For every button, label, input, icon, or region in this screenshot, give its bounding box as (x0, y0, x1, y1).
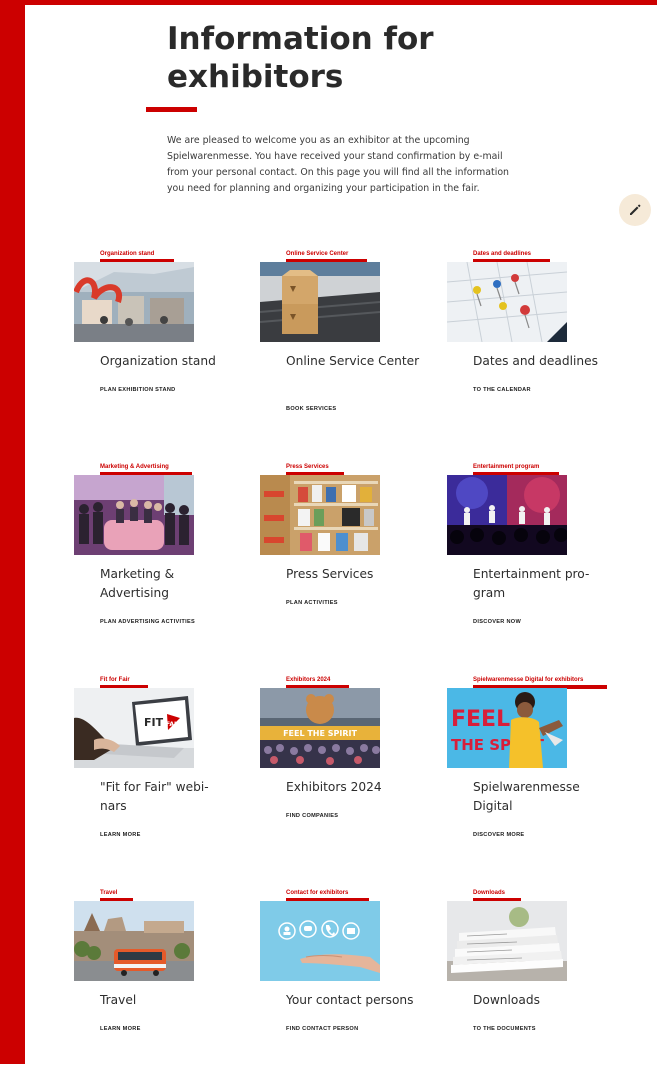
card-image-tram-city[interactable] (74, 901, 194, 981)
card-title: Downloads (473, 993, 540, 1007)
edit-button[interactable] (619, 194, 651, 226)
card-tag[interactable]: Contact for exhibitors (286, 890, 348, 896)
card-image-laptop-boxes[interactable] (260, 262, 380, 342)
card-fit-for-fair: Fit for Fair FIT FAIR "Fit for Fair" web… (74, 677, 234, 872)
card-tag[interactable]: Organization stand (100, 251, 154, 257)
card-image-feel-the-spirit[interactable]: FEEL THE SPIRIT (447, 688, 567, 768)
card-tag[interactable]: Fit for Fair (100, 677, 130, 683)
card-title: Dates and deadlines (473, 354, 598, 368)
fit-logo-text: FIT (144, 716, 164, 729)
card-exhibitors-2024: Exhibitors 2024 FEEL THE SPIRIT Exhibito… (260, 677, 420, 872)
card-image-exhibition-hall[interactable] (74, 262, 194, 342)
card-link[interactable]: TO THE DOCUMENTS (473, 1026, 536, 1032)
card-link[interactable]: FIND CONTACT PERSON (286, 1026, 358, 1032)
card-spielwarenmesse-digital: Spielwarenmesse Digital for exhibitors F… (447, 677, 607, 872)
fair-logo-text: FAIR (166, 721, 181, 728)
page-frame-left (0, 0, 25, 1064)
card-image-group-photo[interactable] (74, 475, 194, 555)
card-title: Spielwarenmesse Digital (473, 780, 580, 813)
card-link[interactable]: LEARN MORE (100, 1026, 141, 1032)
feel-the-spirit-banner: FEEL THE SPIRIT (283, 729, 357, 738)
card-press-services: Press Services Press Services PLAN ACTIV… (260, 464, 420, 659)
card-title: Online Service Center (286, 354, 420, 368)
card-tag[interactable]: Travel (100, 890, 117, 896)
card-link[interactable]: DISCOVER NOW (473, 619, 521, 625)
card-contact-for-exhibitors: Contact for exhibitors Your contact pers… (260, 890, 420, 1085)
card-link[interactable]: LEARN MORE (100, 832, 141, 838)
card-image-document-stack[interactable] (447, 901, 567, 981)
card-title: Marketing & Advertising (100, 567, 175, 600)
card-image-contact-icons[interactable] (260, 901, 380, 981)
card-image-press-shelves[interactable] (260, 475, 380, 555)
card-marketing-advertising: Marketing & Advertising Marketing & Adve… (74, 464, 234, 659)
card-tag[interactable]: Entertainment program (473, 464, 539, 470)
card-tag[interactable]: Press Services (286, 464, 329, 470)
title-underline (146, 107, 197, 112)
page-title: Information for exhibitors (167, 21, 434, 95)
card-title: Entertainment pro-gram (473, 567, 590, 600)
card-link[interactable]: BOOK SERVICES (286, 406, 336, 412)
card-image-laptop-webinar[interactable]: FIT FAIR (74, 688, 194, 768)
card-title: Organization stand (100, 354, 216, 368)
card-tag[interactable]: Downloads (473, 890, 505, 896)
card-link[interactable]: PLAN EXHIBITION STAND (100, 387, 176, 393)
intro-text: We are pleased to welcome you as an exhi… (167, 135, 509, 194)
card-link[interactable]: PLAN ADVERTISING ACTIVITIES (100, 619, 195, 625)
card-tag[interactable]: Dates and deadlines (473, 251, 531, 257)
digital-feel-text: FEEL (451, 707, 510, 732)
page-frame-top (25, 0, 657, 5)
card-travel: Travel Travel LEARN MORE (74, 890, 234, 1085)
card-downloads: Downloads Downloads TO THE DOCUMENTS (447, 890, 607, 1085)
card-title: Exhibitors 2024 (286, 780, 382, 794)
card-tag[interactable]: Spielwarenmesse Digital for exhibitors (473, 677, 583, 683)
card-online-service-center: Online Service Center Online Service Cen… (260, 251, 420, 446)
card-link[interactable]: TO THE CALENDAR (473, 387, 531, 393)
card-link[interactable]: PLAN ACTIVITIES (286, 600, 338, 606)
card-organization-stand: Organization stand Organization stand PL… (74, 251, 234, 446)
card-link[interactable]: FIND COMPANIES (286, 813, 338, 819)
card-link[interactable]: DISCOVER MORE (473, 832, 524, 838)
card-image-fair-entrance[interactable]: FEEL THE SPIRIT (260, 688, 380, 768)
card-tag[interactable]: Online Service Center (286, 251, 348, 257)
card-title: Press Services (286, 567, 374, 581)
card-tag[interactable]: Marketing & Advertising (100, 464, 169, 470)
card-title: "Fit for Fair" webi-nars (100, 780, 209, 813)
card-dates-and-deadlines: Dates and deadlines Dates and deadlines … (447, 251, 607, 446)
card-image-calendar-pins[interactable] (447, 262, 567, 342)
card-tag[interactable]: Exhibitors 2024 (286, 677, 330, 683)
card-entertainment-program: Entertainment program Entertainment pro-… (447, 464, 607, 659)
card-image-stage-show[interactable] (447, 475, 567, 555)
card-title: Travel (100, 993, 137, 1007)
card-title: Your contact persons (286, 993, 414, 1007)
pencil-icon (630, 204, 641, 215)
